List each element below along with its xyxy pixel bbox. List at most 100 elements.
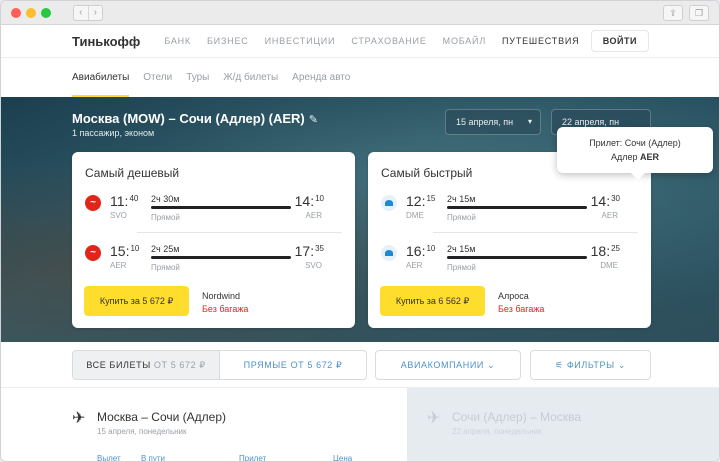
flight-segment-out: 12:15 DME 2ч 15м Прямой 14:30 AER: [381, 191, 638, 231]
baggage-info: Без багажа: [202, 304, 249, 314]
subnav-trains[interactable]: Ж/д билеты: [223, 58, 278, 98]
filters-dropdown[interactable]: ⚟ ФИЛЬТРЫ ⌄: [530, 350, 651, 380]
plane-icon: ✈: [427, 410, 441, 427]
divider: [137, 232, 342, 233]
col-duration[interactable]: В пути: [141, 454, 165, 461]
flight-segment-back: ~ 15:10 AER 2ч 25м Прямой 17:35 SVO: [85, 241, 342, 281]
filter-bar: ВСЕ БИЛЕТЫ ОТ 5 672 ₽ ПРЯМЫЕ ОТ 5 672 ₽ …: [1, 342, 719, 388]
date-out-field[interactable]: 15 апреля, пн ▾: [445, 109, 541, 135]
nav-travel[interactable]: ПУТЕШЕСТВИЯ: [502, 36, 579, 46]
site-header: Тинькофф БАНК БИЗНЕС ИНВЕСТИЦИИ СТРАХОВА…: [1, 25, 719, 58]
plane-icon: ✈: [72, 410, 86, 427]
zoom-window-button[interactable]: [41, 8, 51, 18]
browser-window: ‹ › ⇪ ❐ Тинькофф БАНК БИЗНЕС ИНВЕСТИЦИИ …: [0, 0, 720, 462]
results-area: ✈ Москва – Сочи (Адлер) 15 апреля, понед…: [1, 388, 719, 461]
return-panel[interactable]: ✈ Сочи (Адлер) – Москва 22 апреля, понед…: [407, 388, 719, 461]
browser-actions: ⇪ ❐: [663, 5, 709, 21]
buy-button[interactable]: Купить за 5 672 ₽: [84, 286, 189, 316]
carrier-name: Алроса: [498, 291, 529, 301]
duration: 2ч 15м: [447, 194, 476, 204]
alrosa-logo-icon: [381, 195, 397, 211]
outbound-title: Москва – Сочи (Адлер): [97, 410, 227, 424]
stops: Прямой: [151, 263, 180, 272]
stops: Прямой: [447, 213, 476, 222]
card-title: Самый быстрый: [381, 166, 473, 180]
forward-button[interactable]: ›: [87, 6, 103, 20]
outbound-date: 15 апреля, понедельник: [97, 427, 187, 436]
divider: [433, 232, 638, 233]
return-date: 22 апреля, понедельник: [452, 427, 542, 436]
nav-investments[interactable]: ИНВЕСТИЦИИ: [265, 36, 336, 46]
chevron-down-icon: ▾: [527, 117, 532, 126]
all-tickets-button[interactable]: ВСЕ БИЛЕТЫ ОТ 5 672 ₽: [72, 350, 220, 380]
airlines-label: АВИАКОМПАНИИ: [400, 360, 484, 370]
departure-airport: AER: [406, 261, 423, 270]
duration: 2ч 15м: [447, 244, 476, 254]
fastest-card[interactable]: Самый быстрый 12:15 DME 2ч 15м Прямой 14…: [368, 152, 651, 328]
subnav-tours[interactable]: Туры: [186, 58, 209, 98]
arrival-time: 18:25: [590, 243, 620, 259]
tooltip-line2: Адлер AER: [610, 152, 660, 162]
nav-business[interactable]: БИЗНЕС: [207, 36, 249, 46]
all-tickets-label: ВСЕ БИЛЕТЫ: [86, 360, 151, 370]
arrival-time: 14:10: [294, 193, 324, 209]
duration: 2ч 30м: [151, 194, 180, 204]
flight-segment-out: ~ 11:40 SVO 2ч 30м Прямой 14:10 AER: [85, 191, 342, 231]
passengers-info: 1 пассажир, эконом: [72, 128, 155, 138]
duration: 2ч 25м: [151, 244, 180, 254]
subnav-car-rental[interactable]: Аренда авто: [292, 58, 350, 98]
filters-label: ФИЛЬТРЫ: [566, 360, 615, 370]
buy-button[interactable]: Купить за 6 562 ₽: [380, 286, 485, 316]
subnav-flights[interactable]: Авиабилеты: [72, 58, 130, 98]
logo[interactable]: Тинькофф: [72, 34, 140, 49]
all-tickets-price: ОТ 5 672 ₽: [153, 360, 206, 370]
departure-time: 15:10: [110, 243, 140, 259]
arrival-airport: SVO: [305, 261, 322, 270]
flight-segment-back: 16:10 AER 2ч 15м Прямой 18:25 DME: [381, 241, 638, 281]
top-nav: БАНК БИЗНЕС ИНВЕСТИЦИИ СТРАХОВАНИЕ МОБАЙ…: [164, 36, 579, 46]
chevron-down-icon: ⌄: [487, 360, 496, 370]
departure-airport: DME: [406, 211, 424, 220]
col-price[interactable]: Цена: [333, 454, 352, 461]
stops: Прямой: [447, 263, 476, 272]
stops: Прямой: [151, 213, 180, 222]
login-button[interactable]: ВОЙТИ: [590, 30, 649, 52]
arrival-tooltip: Прилет: Сочи (Адлер) Адлер AER: [557, 127, 713, 173]
travel-subnav: Авиабилеты Отели Туры Ж/д билеты Аренда …: [1, 58, 719, 98]
share-icon[interactable]: ⇪: [663, 5, 683, 21]
arrival-airport: DME: [600, 261, 618, 270]
direct-flights-button[interactable]: ПРЯМЫЕ ОТ 5 672 ₽: [219, 350, 367, 380]
arrival-time: 14:30: [590, 193, 620, 209]
card-title: Самый дешевый: [85, 166, 180, 180]
route-line: [447, 256, 587, 259]
cheapest-card[interactable]: Самый дешевый ~ 11:40 SVO 2ч 30м Прямой …: [72, 152, 355, 328]
return-title: Сочи (Адлер) – Москва: [452, 410, 582, 424]
route-line: [151, 256, 291, 259]
nav-bank[interactable]: БАНК: [164, 36, 191, 46]
nordwind-logo-icon: ~: [85, 195, 101, 211]
route-line: [447, 206, 587, 209]
alrosa-logo-icon: [381, 245, 397, 261]
nav-mobile[interactable]: МОБАЙЛ: [443, 36, 486, 46]
baggage-info: Без багажа: [498, 304, 545, 314]
arrival-airport: AER: [601, 211, 618, 220]
close-window-button[interactable]: [11, 8, 21, 18]
departure-time: 16:10: [406, 243, 436, 259]
col-arrival[interactable]: Прилет: [239, 454, 266, 461]
airlines-dropdown[interactable]: АВИАКОМПАНИИ ⌄: [375, 350, 521, 380]
col-departure[interactable]: Вылет: [97, 454, 121, 461]
route-line: [151, 206, 291, 209]
date-back-value: 22 апреля, пн: [562, 117, 620, 127]
minimize-window-button[interactable]: [26, 8, 36, 18]
back-button[interactable]: ‹: [74, 6, 88, 20]
tabs-icon[interactable]: ❐: [689, 5, 709, 21]
subnav-hotels[interactable]: Отели: [143, 58, 172, 98]
departure-time: 11:40: [110, 193, 139, 209]
edit-icon[interactable]: ✎: [309, 114, 318, 126]
departure-time: 12:15: [406, 193, 436, 209]
route-title[interactable]: Москва (MOW) – Сочи (Адлер) (AER) ✎: [72, 111, 318, 126]
arrival-time: 17:35: [294, 243, 324, 259]
nav-insurance[interactable]: СТРАХОВАНИЕ: [351, 36, 426, 46]
tooltip-line1: Прилет: Сочи (Адлер): [589, 138, 681, 148]
carrier-name: Nordwind: [202, 291, 241, 301]
